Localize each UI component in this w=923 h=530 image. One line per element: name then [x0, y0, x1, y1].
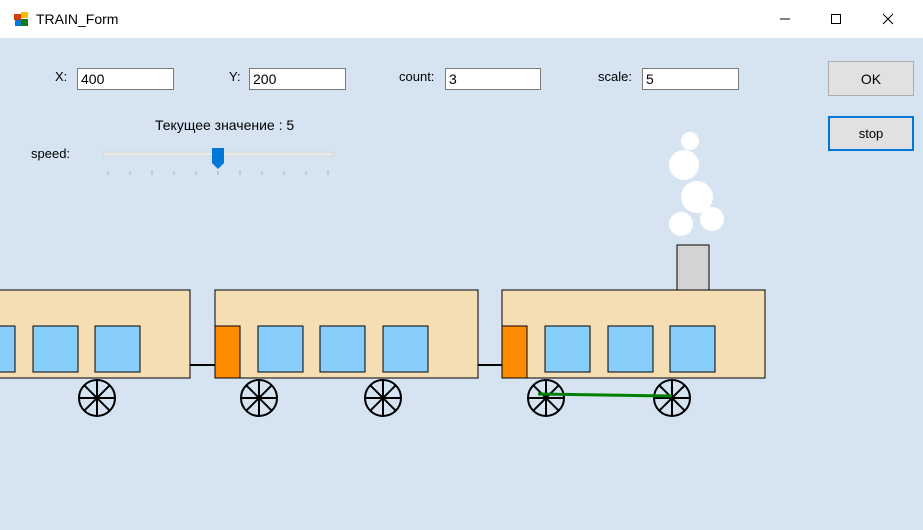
maximize-icon — [831, 14, 841, 24]
car-window — [257, 325, 304, 373]
stop-button[interactable]: stop — [828, 116, 914, 151]
train-car — [214, 289, 479, 379]
car-window — [669, 325, 716, 373]
count-input[interactable] — [445, 68, 541, 90]
car-door — [501, 325, 528, 379]
wheel — [653, 379, 691, 417]
wheel — [240, 379, 278, 417]
car-window — [32, 325, 79, 373]
car-window — [607, 325, 654, 373]
car-window — [319, 325, 366, 373]
locomotive — [501, 289, 766, 379]
car-window — [0, 325, 16, 373]
train-canvas — [0, 132, 766, 417]
smoke-puff — [681, 132, 699, 150]
maximize-button[interactable] — [813, 0, 859, 38]
x-input[interactable] — [77, 68, 174, 90]
title-bar: TRAIN_Form — [0, 0, 923, 38]
wheel — [78, 379, 116, 417]
window-title: TRAIN_Form — [36, 11, 119, 27]
form-app-icon — [14, 12, 28, 26]
scale-input[interactable] — [642, 68, 739, 90]
car-window — [94, 325, 141, 373]
smoke-puff — [669, 150, 699, 180]
wheels — [78, 379, 691, 417]
chimney — [676, 244, 710, 292]
wheel — [527, 379, 565, 417]
train-car — [0, 289, 191, 379]
ok-button[interactable]: OK — [828, 61, 914, 96]
x-label: X: — [55, 69, 68, 84]
smoke-puff — [669, 212, 693, 236]
wheel — [364, 379, 402, 417]
car-window — [544, 325, 591, 373]
minimize-button[interactable] — [762, 0, 808, 38]
count-label: count: — [399, 69, 435, 84]
close-button[interactable] — [865, 0, 911, 38]
scale-label: scale: — [598, 69, 632, 84]
coupling-rod — [537, 392, 673, 398]
smoke-puff — [700, 207, 724, 231]
car-window — [382, 325, 429, 373]
close-icon — [882, 13, 894, 25]
y-input[interactable] — [249, 68, 346, 90]
car-door — [214, 325, 241, 379]
smoke — [669, 132, 724, 236]
y-label: Y: — [229, 69, 241, 84]
minimize-icon — [780, 18, 790, 20]
